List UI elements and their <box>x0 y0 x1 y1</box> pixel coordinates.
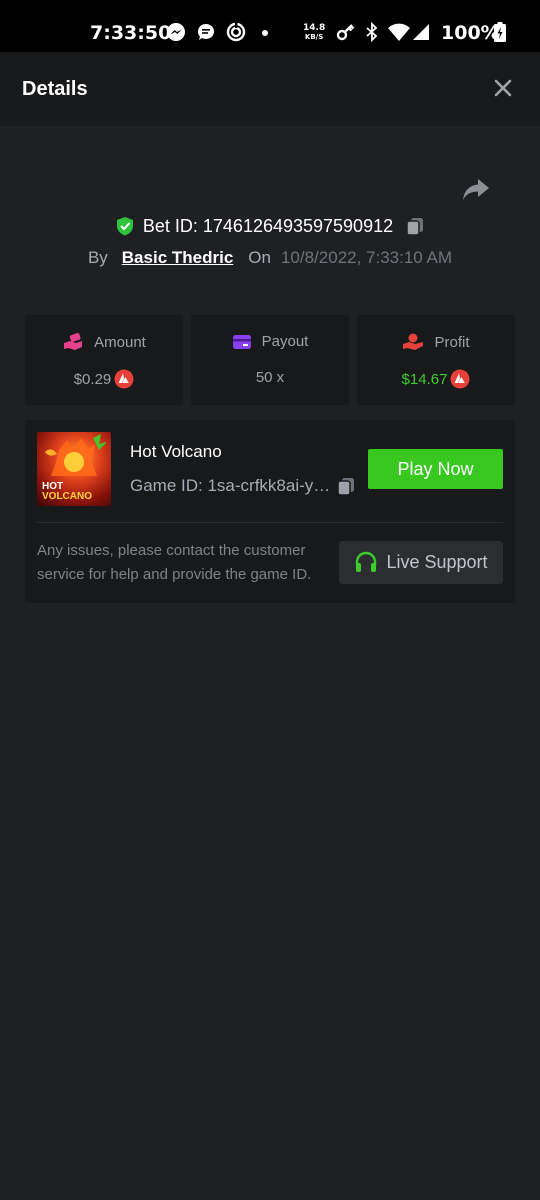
payout-label: Payout <box>261 333 309 350</box>
profit-label: Profit <box>434 333 470 351</box>
by-label: By <box>87 248 108 267</box>
money-hand-icon <box>64 333 83 350</box>
network-speed: 14.8 KB/S <box>303 23 326 42</box>
verified-shield-icon <box>116 217 133 236</box>
bluetooth-icon <box>362 22 382 42</box>
profit-card: Profit $14.67 <box>357 315 515 405</box>
bet-id: Bet ID: 1746126493597590912 <box>142 215 394 236</box>
game-card: HOT VOLCANO Hot Volcano Game ID: 1sa-crf… <box>25 420 515 603</box>
share-button[interactable] <box>460 176 492 204</box>
user-link[interactable]: Basic Thedric <box>122 248 234 268</box>
live-support-label: Live Support <box>386 552 488 572</box>
help-text: Any issues, please contact the customer … <box>37 542 312 583</box>
status-time: 7:33:50 <box>90 22 172 44</box>
status-bar: 7:33:50 14.8 KB/S 100% <box>0 0 540 52</box>
amount-value: $0.29 <box>73 370 112 388</box>
payout-card: Payout 50 x <box>191 315 349 405</box>
card-icon <box>232 334 251 349</box>
thumb-title-line2: VOLCANO <box>42 491 92 502</box>
battery-percent: 100% <box>441 22 500 44</box>
play-now-button[interactable]: Play Now <box>368 449 503 489</box>
amount-label: Amount <box>94 333 146 351</box>
signal-icon <box>411 22 431 42</box>
headset-icon <box>356 551 377 572</box>
messenger-icon <box>166 22 186 42</box>
wifi-icon <box>387 22 411 42</box>
amount-card: Amount $0.29 <box>25 315 183 405</box>
game-thumbnail[interactable]: HOT VOLCANO <box>37 432 111 506</box>
battery-charging-icon <box>493 22 507 42</box>
bet-id-row: Bet ID: 1746126493597590912 <box>0 213 540 239</box>
close-icon <box>494 79 512 97</box>
game-title: Hot Volcano <box>130 442 222 461</box>
key-icon <box>336 22 356 42</box>
bet-meta-row: By Basic Thedric On 10/8/2022, 7:33:10 A… <box>0 246 540 270</box>
dot-icon <box>255 22 275 42</box>
game-id: Game ID: 1sa-crfkk8ai-y8dq <box>130 476 331 495</box>
chat-icon <box>196 22 216 42</box>
coin-icon <box>114 369 134 389</box>
payout-value: 50 x <box>255 369 285 386</box>
live-support-button[interactable]: Live Support <box>339 541 503 584</box>
coin-icon <box>450 369 470 389</box>
details-header: Details <box>0 52 540 126</box>
bet-date: 10/8/2022, 7:33:10 AM <box>280 248 453 267</box>
profit-value: $14.67 <box>401 370 448 388</box>
share-icon <box>463 179 489 200</box>
game-id-row: Game ID: 1sa-crfkk8ai-y8dq <box>130 474 360 498</box>
divider <box>37 522 503 523</box>
hand-coin-icon <box>403 333 424 350</box>
copy-icon[interactable] <box>405 216 425 236</box>
on-label: On <box>248 248 271 267</box>
app-icon <box>226 22 246 42</box>
page-title: Details <box>22 78 88 100</box>
copy-icon[interactable] <box>336 476 356 496</box>
close-button[interactable] <box>490 75 516 101</box>
